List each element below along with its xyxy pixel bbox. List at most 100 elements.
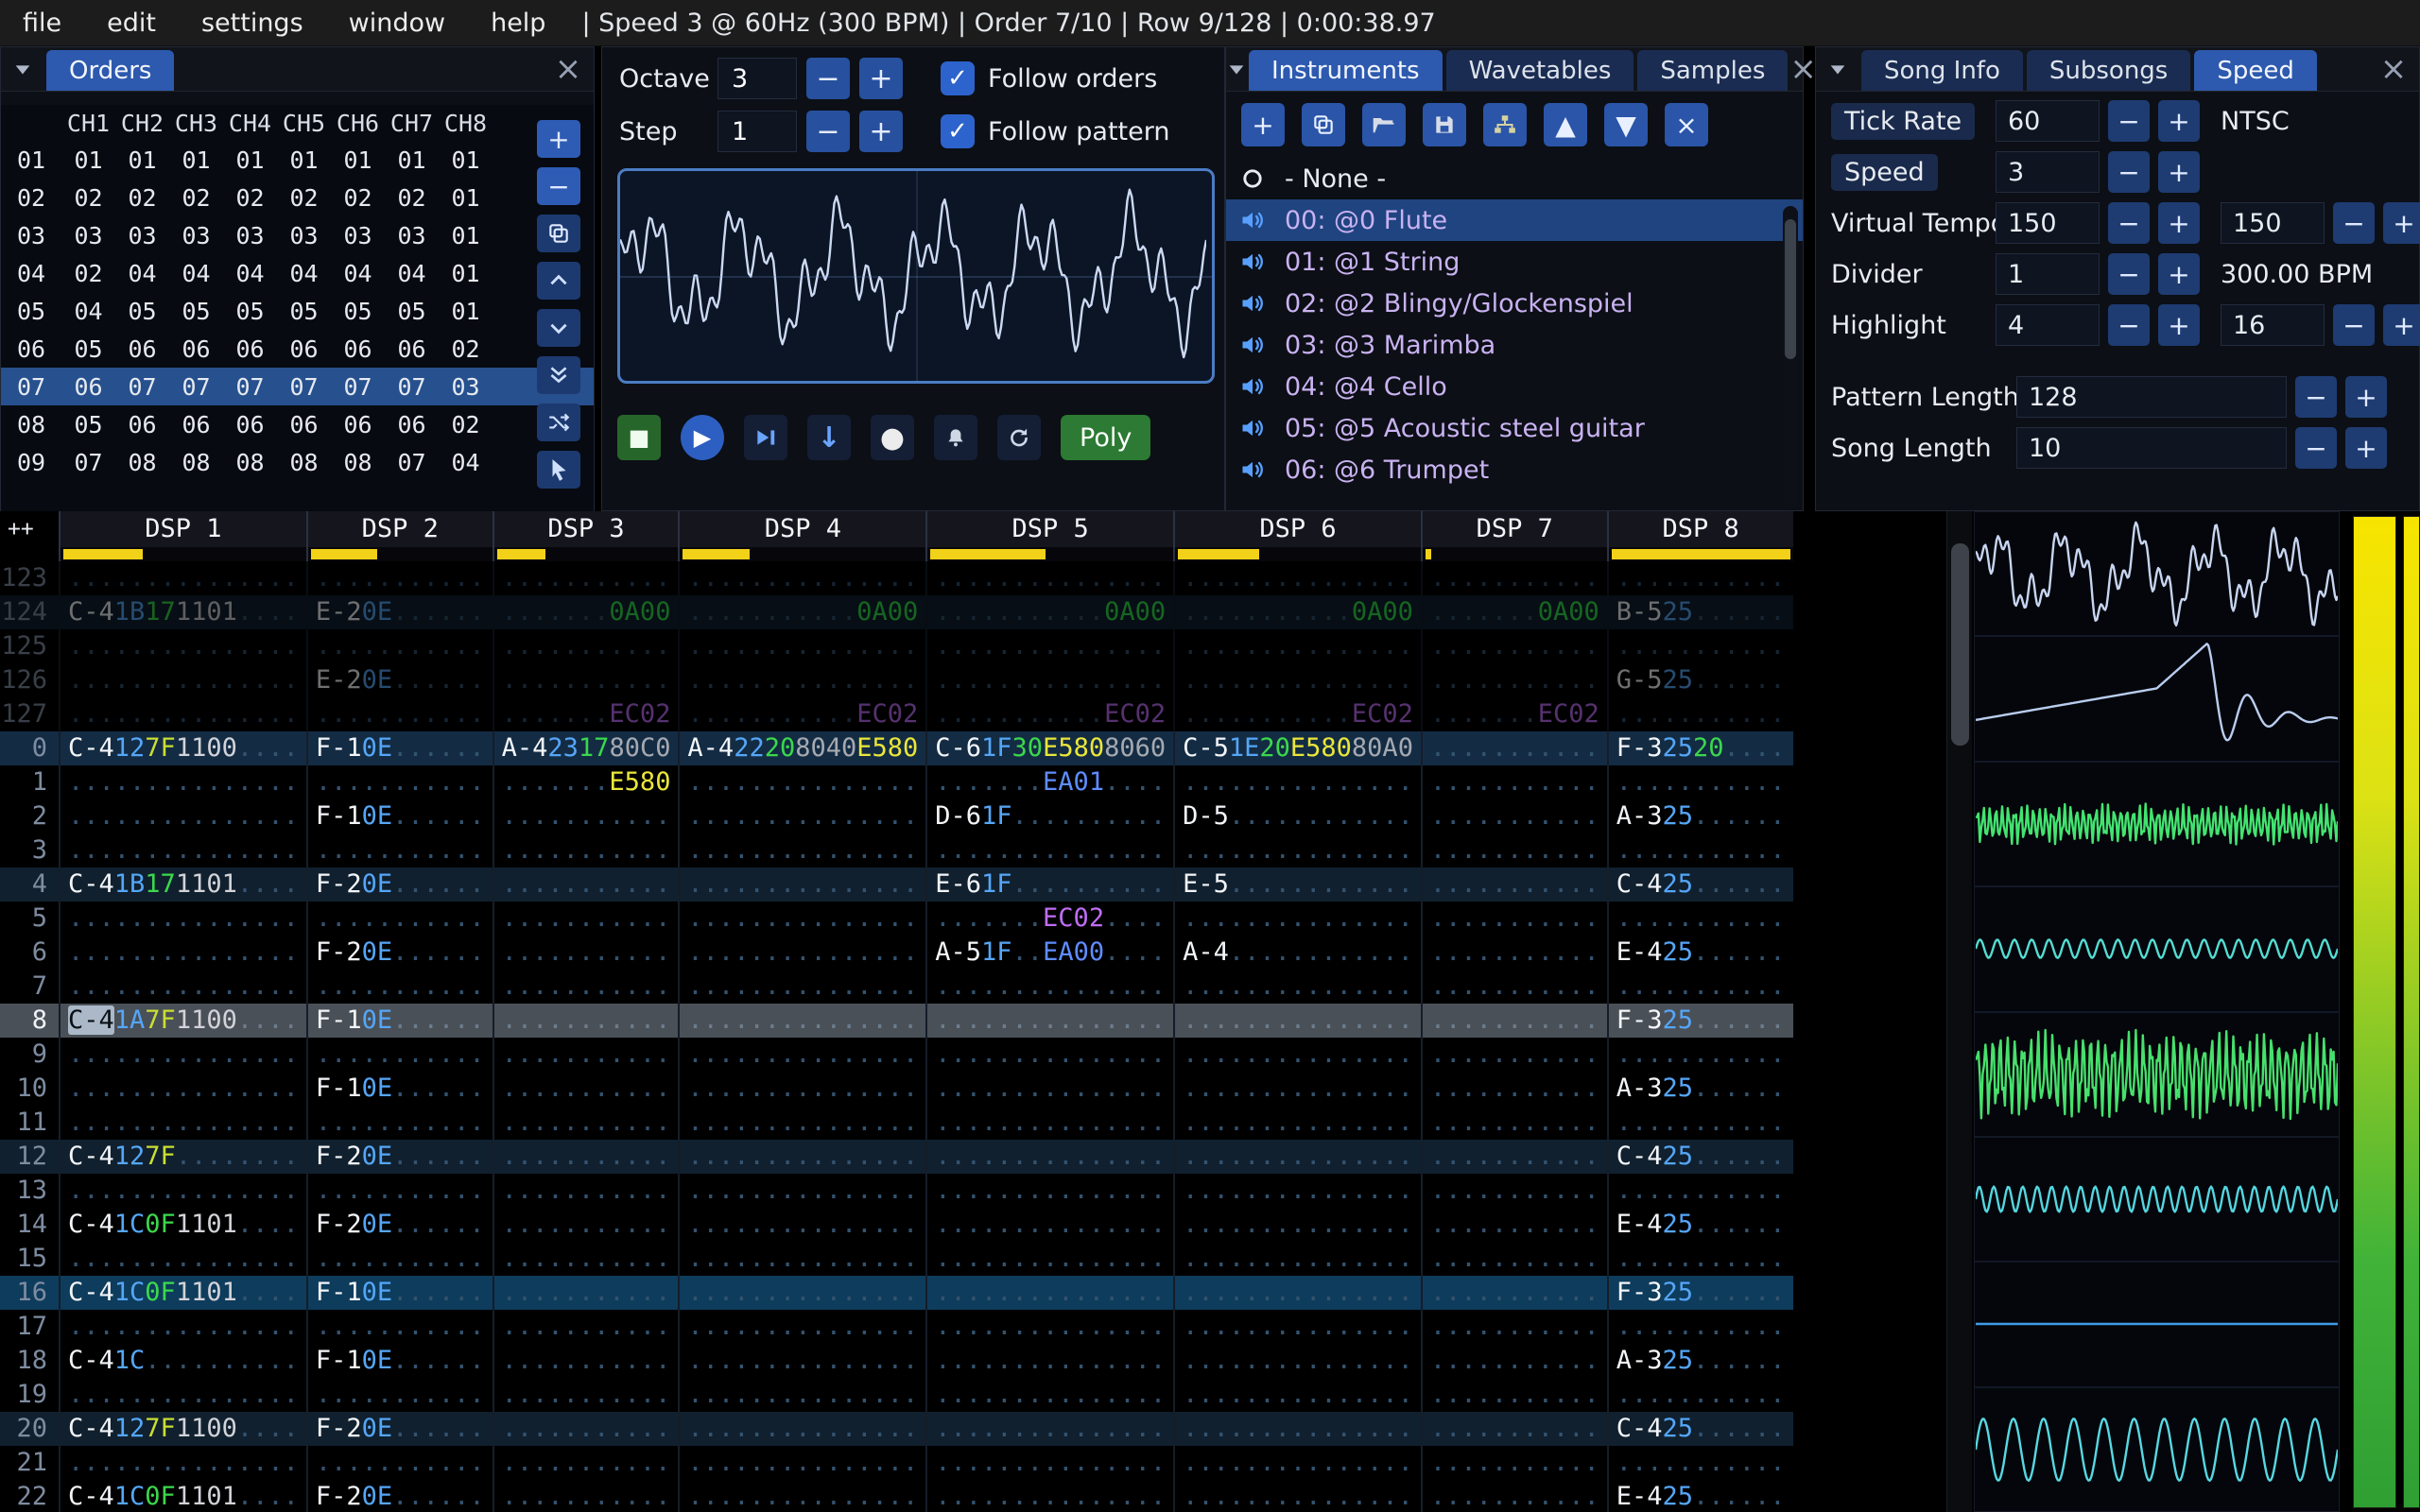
tab-samples[interactable]: Samples <box>1637 50 1789 91</box>
order-cell[interactable]: 01 <box>277 146 331 174</box>
pattern-cell[interactable]: ............... <box>925 970 1173 1004</box>
order-cell[interactable]: 02 <box>439 411 493 438</box>
pattern-cell[interactable]: ............... <box>678 1174 925 1208</box>
order-cell[interactable]: 02 <box>115 184 169 212</box>
pattern-cell[interactable]: ............... <box>925 1242 1173 1276</box>
play-pattern-button[interactable] <box>744 415 787 460</box>
follow-orders-checkbox[interactable]: ✓ <box>941 61 975 95</box>
order-cell[interactable]: 07 <box>331 373 385 401</box>
poly-mode-button[interactable]: Poly <box>1061 415 1151 460</box>
pattern-cell[interactable]: ............... <box>1173 1378 1421 1412</box>
follow-pattern-checkbox[interactable]: ✓ <box>941 114 975 148</box>
pattern-cell[interactable]: ........... <box>492 1378 679 1412</box>
pattern-cell[interactable]: ........... <box>492 1242 679 1276</box>
pattern-cell[interactable]: C-4127F1100.... <box>59 1412 306 1446</box>
pattern-row[interactable]: 20 C-4127F1100.... F-20E..................… <box>0 1412 1793 1446</box>
order-cell[interactable]: 06 <box>331 411 385 438</box>
pattern-cell[interactable]: ............... <box>59 970 306 1004</box>
pattern-cell[interactable]: .......EC02.... <box>925 902 1173 936</box>
pattern-cell[interactable]: ............... <box>678 1038 925 1072</box>
pattern-cell[interactable]: ............... <box>678 936 925 970</box>
pattern-cell[interactable]: B-525...... <box>1606 595 1793 629</box>
pattern-cell[interactable]: A-51F..EA00.... <box>925 936 1173 970</box>
step-row-button[interactable]: ↓ <box>807 415 851 460</box>
pattern-cell[interactable]: ........... <box>1420 1412 1607 1446</box>
virtual-tempo-numerator-input[interactable]: 150 <box>1996 202 2100 244</box>
duplicate-order-end-button[interactable] <box>537 356 580 394</box>
pattern-cell[interactable]: ........... <box>1420 1276 1607 1310</box>
step-input[interactable]: 1 <box>717 111 797 152</box>
order-cell[interactable]: 05 <box>61 411 115 438</box>
pattern-row[interactable]: 21......................................… <box>0 1446 1793 1480</box>
pattern-cell[interactable]: ............... <box>1173 1412 1421 1446</box>
order-row[interactable]: 01 01 01 01 01 01 01 01 01 <box>1 141 594 179</box>
pattern-row[interactable]: 19......................................… <box>0 1378 1793 1412</box>
pattern-cell[interactable]: .......EC02 <box>1420 697 1607 731</box>
pattern-cell[interactable]: F-20E...... <box>305 1412 493 1446</box>
menu-edit[interactable]: edit <box>84 9 179 38</box>
pattern-cell[interactable]: C-425...... <box>1606 1140 1793 1174</box>
order-cell[interactable]: 04 <box>61 298 115 325</box>
pattern-cell[interactable]: ........... <box>1606 902 1793 936</box>
pattern-cell[interactable]: A-422208040E580 <box>678 731 925 765</box>
pattern-cell[interactable]: ............... <box>1173 970 1421 1004</box>
pattern-row[interactable]: 4 C-41B171101.... F-20E...................… <box>0 868 1793 902</box>
pattern-row[interactable]: 17......................................… <box>0 1310 1793 1344</box>
speed-input[interactable]: 3 <box>1996 151 2100 193</box>
pattern-cell[interactable]: ............... <box>1173 1106 1421 1140</box>
pattern-cell[interactable]: ........... <box>305 561 493 595</box>
pattern-cell[interactable]: ............... <box>59 1038 306 1072</box>
order-cell[interactable]: 08 <box>169 449 223 476</box>
pattern-cell[interactable]: F-10E...... <box>305 799 493 833</box>
scrollbar-thumb[interactable] <box>1951 543 1969 746</box>
highlight-first-input[interactable]: 4 <box>1996 304 2100 346</box>
order-cell[interactable]: 02 <box>385 184 439 212</box>
pattern-cell[interactable]: ........... <box>492 1106 679 1140</box>
pattern-cell[interactable]: ............... <box>678 1106 925 1140</box>
order-cell[interactable]: 06 <box>169 335 223 363</box>
order-cell[interactable]: 01 <box>439 222 493 249</box>
pattern-row[interactable]: 5.......................................… <box>0 902 1793 936</box>
virtual-tempo-denominator-input[interactable]: 150 <box>2221 202 2325 244</box>
pattern-cell[interactable]: ........... <box>492 1446 679 1480</box>
pattern-cell[interactable]: A-4............ <box>1173 936 1421 970</box>
pattern-cell[interactable]: F-10E...... <box>305 1344 493 1378</box>
pattern-cell[interactable]: ........... <box>492 902 679 936</box>
pattern-cell[interactable]: ............... <box>925 1310 1173 1344</box>
speed-increase-button[interactable]: + <box>2158 151 2200 193</box>
tab-orders[interactable]: Orders <box>46 50 175 91</box>
pattern-cell[interactable]: F-32520.... <box>1606 731 1793 765</box>
order-cell[interactable]: 06 <box>331 335 385 363</box>
pattern-cell[interactable]: ............... <box>1173 663 1421 697</box>
song-length-decrease-button[interactable]: − <box>2295 427 2337 469</box>
order-cell[interactable]: 01 <box>439 146 493 174</box>
order-cell[interactable]: 02 <box>169 184 223 212</box>
order-cell[interactable]: 01 <box>169 146 223 174</box>
pattern-cell[interactable]: ............... <box>678 1140 925 1174</box>
pattern-cell[interactable]: C-425...... <box>1606 1412 1793 1446</box>
pattern-cell[interactable]: ............... <box>678 765 925 799</box>
pattern-cell[interactable]: ............... <box>1173 833 1421 868</box>
instrument-item[interactable]: 03: @3 Marimba <box>1226 324 1803 366</box>
pattern-cell[interactable]: ............... <box>1173 629 1421 663</box>
pattern-cell[interactable]: ........... <box>1420 833 1607 868</box>
duplicate-instrument-button[interactable] <box>1302 103 1345 146</box>
tab-subsongs[interactable]: Subsongs <box>2026 50 2191 91</box>
pattern-cell[interactable]: .......EC02 <box>492 697 679 731</box>
order-cell[interactable]: 02 <box>277 184 331 212</box>
duplicate-order-button[interactable] <box>537 215 580 252</box>
add-instrument-button[interactable]: + <box>1241 103 1285 146</box>
channel-header[interactable]: DSP 4 <box>678 511 926 547</box>
pattern-cell[interactable]: ............... <box>59 936 306 970</box>
channel-header[interactable]: DSP 7 <box>1420 511 1607 547</box>
tick-rate-decrease-button[interactable]: − <box>2108 100 2150 142</box>
song-length-input[interactable]: 10 <box>2016 427 2287 469</box>
pattern-cell[interactable]: ............... <box>59 697 306 731</box>
pattern-cell[interactable]: ........... <box>1420 799 1607 833</box>
order-cell[interactable]: 07 <box>61 449 115 476</box>
menu-file[interactable]: file <box>0 9 84 38</box>
order-row[interactable]: 07 06 07 07 07 07 07 07 03 <box>1 368 594 405</box>
pattern-row[interactable]: 7.......................................… <box>0 970 1793 1004</box>
pattern-cell[interactable]: ............... <box>1173 1480 1421 1512</box>
pattern-cell[interactable]: F-20E...... <box>305 1140 493 1174</box>
